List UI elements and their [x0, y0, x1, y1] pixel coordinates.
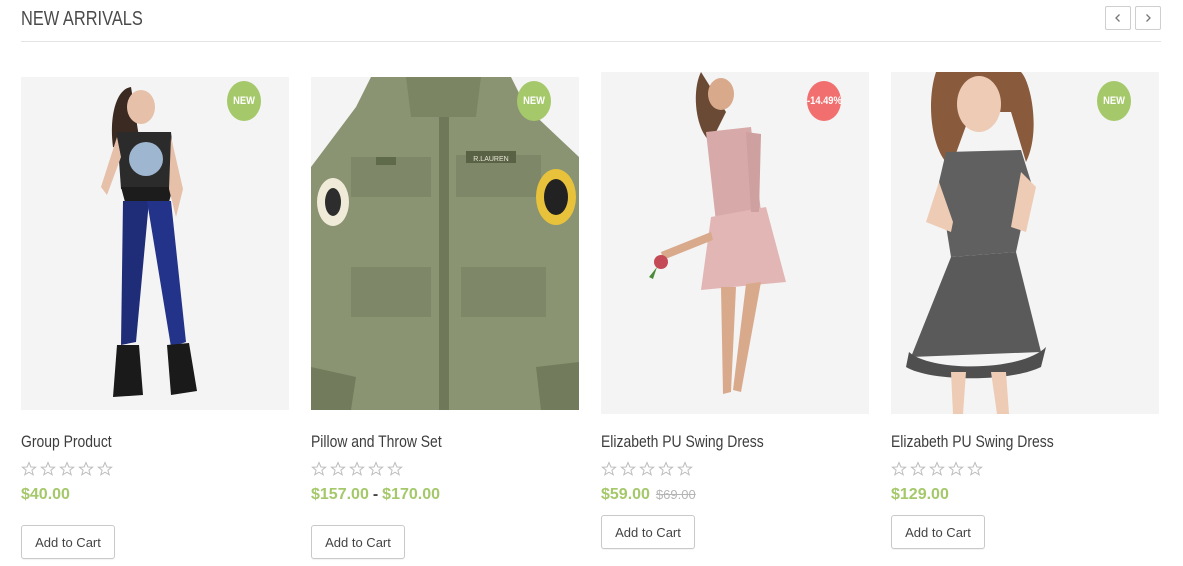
star-empty-icon	[601, 461, 617, 476]
star-empty-icon	[349, 461, 365, 476]
product-name[interactable]: Pillow and Throw Set	[311, 432, 442, 452]
price-value: $40.00	[21, 486, 70, 503]
add-to-cart-button[interactable]: Add to Cart	[21, 525, 115, 559]
rating-stars	[311, 461, 403, 477]
product-photo	[21, 77, 289, 410]
star-empty-icon	[311, 461, 327, 476]
star-empty-icon	[948, 461, 964, 476]
star-empty-icon	[677, 461, 693, 476]
rating-stars	[601, 461, 693, 477]
discount-badge: -14.49%	[807, 81, 842, 121]
product-photo: R.LAUREN	[311, 77, 579, 410]
star-empty-icon	[967, 461, 983, 476]
product-name[interactable]: Elizabeth PU Swing Dress	[891, 432, 1054, 452]
product-image[interactable]: NEW	[21, 77, 289, 410]
product-photo	[601, 72, 869, 414]
carousel-next-button[interactable]	[1135, 6, 1161, 30]
add-to-cart-button[interactable]: Add to Cart	[311, 525, 405, 559]
star-empty-icon	[658, 461, 674, 476]
new-badge: NEW	[227, 81, 261, 121]
product-image[interactable]: NEW	[891, 72, 1159, 414]
price-value: $129.00	[891, 486, 949, 503]
add-to-cart-button[interactable]: Add to Cart	[891, 515, 985, 549]
product-image[interactable]: R.LAUREN NEW	[311, 77, 579, 410]
add-to-cart-button[interactable]: Add to Cart	[601, 515, 695, 549]
section-header: NEW ARRIVALS	[21, 0, 1161, 42]
section-title: NEW ARRIVALS	[21, 8, 143, 30]
star-empty-icon	[330, 461, 346, 476]
product-name[interactable]: Elizabeth PU Swing Dress	[601, 432, 764, 452]
star-empty-icon	[639, 461, 655, 476]
star-empty-icon	[387, 461, 403, 476]
price-from: $157.00	[311, 486, 369, 503]
star-empty-icon	[59, 461, 75, 476]
product-price: $129.00	[891, 486, 949, 504]
star-empty-icon	[929, 461, 945, 476]
rating-stars	[21, 461, 113, 477]
star-empty-icon	[891, 461, 907, 476]
star-empty-icon	[21, 461, 37, 476]
star-empty-icon	[97, 461, 113, 476]
product-price: $59.00 $69.00	[601, 486, 696, 504]
product-name[interactable]: Group Product	[21, 432, 112, 452]
new-badge: NEW	[1097, 81, 1131, 121]
star-empty-icon	[620, 461, 636, 476]
star-empty-icon	[910, 461, 926, 476]
price-separator: -	[372, 486, 379, 503]
product-price-range: $157.00- $170.00	[311, 486, 440, 504]
product-image[interactable]: -14.49%	[601, 72, 869, 414]
carousel-prev-button[interactable]	[1105, 6, 1131, 30]
product-price: $40.00	[21, 486, 70, 504]
star-empty-icon	[368, 461, 384, 476]
price-to: $170.00	[382, 486, 441, 503]
special-price: $59.00	[601, 486, 650, 503]
star-empty-icon	[40, 461, 56, 476]
new-badge: NEW	[517, 81, 551, 121]
star-empty-icon	[78, 461, 94, 476]
svg-text:R.LAUREN: R.LAUREN	[473, 156, 508, 163]
rating-stars	[891, 461, 983, 477]
product-photo	[891, 72, 1159, 414]
chevron-left-icon	[1115, 14, 1120, 22]
chevron-right-icon	[1146, 14, 1151, 22]
old-price: $69.00	[655, 487, 696, 502]
